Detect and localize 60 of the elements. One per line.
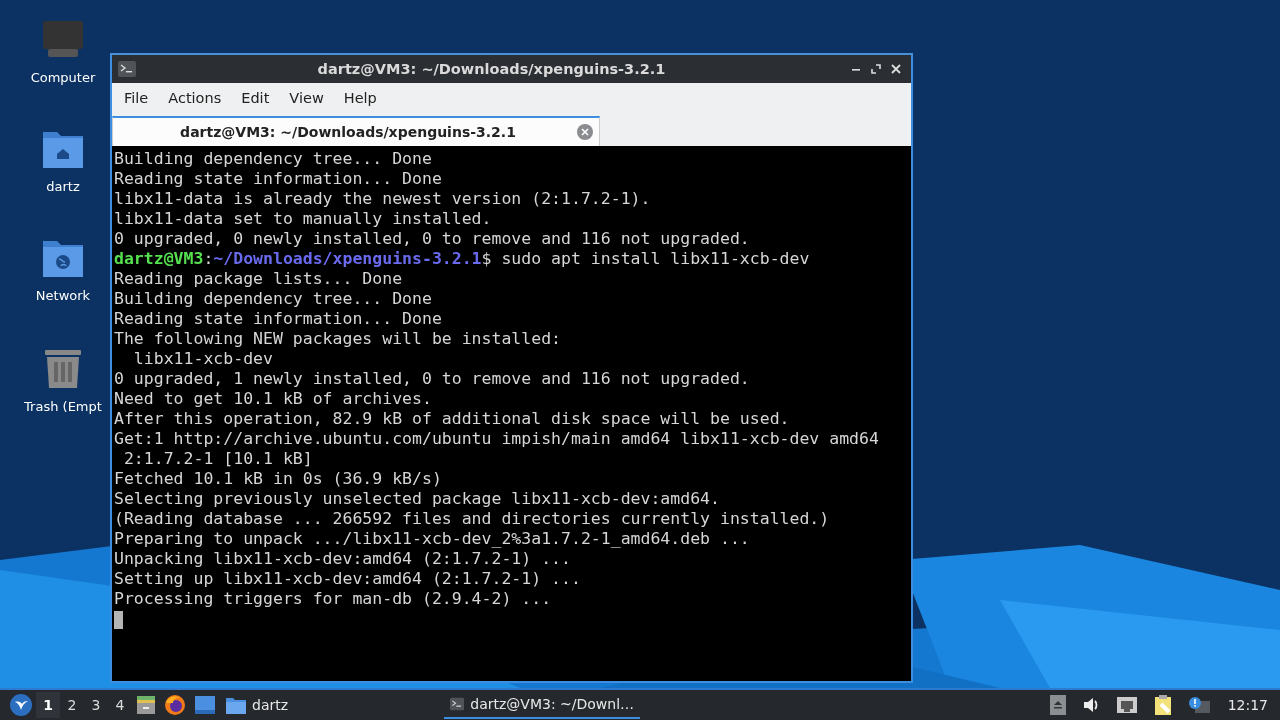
file-cabinet-icon[interactable] [136,695,156,715]
terminal-line: Processing triggers for man-db (2.9.4-2) ... [114,589,553,609]
home-folder-icon[interactable] [42,129,84,169]
network-icon[interactable] [1115,696,1138,714]
terminal-line: Preparing to unpack .../libx11-xcb-dev_2%3a1.7.2-1_amd64.deb ... [114,529,751,549]
terminal-line: libx11-xcb-dev [132,349,274,369]
terminal-line: Unpacking libx11-xcb-dev:amd64 (2:1.7.2-1) ... [114,549,572,569]
window-title: dartz@VM3: ~/Downloads/xpenguins-3.2.1 [316,61,667,77]
terminal-line: 0 upgraded, 1 newly installed, 0 to remove and 116 not upgraded. [114,369,751,389]
desktop-icon-label[interactable]: Computer [30,70,96,85]
terminal-line: Need to get 10.1 kB of archives. [114,389,433,409]
workspace-button[interactable]: 4 [108,692,132,718]
speaker-icon[interactable] [1081,696,1100,714]
close-icon [891,64,901,74]
terminal-line: 2:1.7.2-1 [10.1 kB] [122,449,314,469]
terminal-line: Get:1 http://archive.ubuntu.com/ubuntu impish/main amd64 libx11-xcb-dev amd64 [114,429,880,449]
folder-icon [226,696,246,714]
terminal-line: libx11-data is already the newest version (2:1.7.2-1). [114,189,652,209]
terminal-line: Selecting previously unselected package libx11-xcb-dev:amd64. [114,489,721,509]
terminal-line: 0 upgraded, 0 newly installed, 0 to remove and 116 not upgraded. [114,229,751,249]
command-line: dartz@VM3:~/Downloads/xpenguins-3.2.1$ sudo apt install libx11-xcb-dev [114,249,811,269]
terminal-tab[interactable]: dartz@VM3: ~/Downloads/xpenguins-3.2.1 [112,116,600,146]
window-icon[interactable] [194,695,216,715]
trash-icon[interactable] [44,347,82,389]
desktop-icon-label[interactable]: Network [35,288,91,303]
terminal-icon [450,696,465,712]
terminal-line: Building dependency tree... Done [114,149,433,169]
terminal-line: Reading package lists... Done [114,269,404,289]
menu-item[interactable]: Edit [233,90,278,106]
start-menu-icon[interactable] [10,694,32,716]
terminal-line: libx11-data set to manually installed. [114,209,493,229]
eject-icon[interactable] [1049,695,1066,715]
terminal-line: Reading state information... Done [114,309,443,329]
terminal-line: After this operation, 82.9 kB of additional disk space will be used. [114,409,791,429]
menu-item[interactable]: File [116,90,157,106]
text-cursor [114,610,123,629]
desktop-icon-label[interactable]: Trash (Empt [24,399,102,414]
terminal-line: Reading state information... Done [114,169,443,189]
desktop-icon-label[interactable]: dartz [46,179,80,194]
workspace-button[interactable]: 3 [84,692,108,718]
terminal-icon [118,61,136,77]
taskbar-task[interactable]: dartz [220,691,295,719]
notification-icon[interactable] [1187,696,1210,714]
terminal-line: (Reading database ... 266592 files and directories currently installed.) [114,509,831,529]
menu-item[interactable]: Help [335,90,385,106]
maximize-icon [871,64,881,74]
clipboard-icon[interactable] [1153,694,1172,716]
menu-item[interactable]: View [281,90,332,106]
workspace-button[interactable]: 1 [36,692,60,718]
taskbar-task[interactable]: dartz@VM3: ~/Downl… [444,691,641,719]
workspace-button[interactable]: 2 [60,692,84,718]
terminal-line: Setting up libx11-xcb-dev:amd64 (2:1.7.2-1) ... [114,569,582,589]
network-folder-icon[interactable] [42,238,84,278]
menu-item[interactable]: Actions [160,90,230,106]
clock[interactable]: 12:17 [1227,697,1268,713]
browser-icon[interactable] [164,694,186,716]
terminal-line: Building dependency tree... Done [114,289,433,309]
terminal-line: The following NEW packages will be installed: [114,329,563,349]
close-tab-icon[interactable] [577,124,593,140]
terminal-line: Fetched 10.1 kB in 0s (36.9 kB/s) [114,469,443,489]
